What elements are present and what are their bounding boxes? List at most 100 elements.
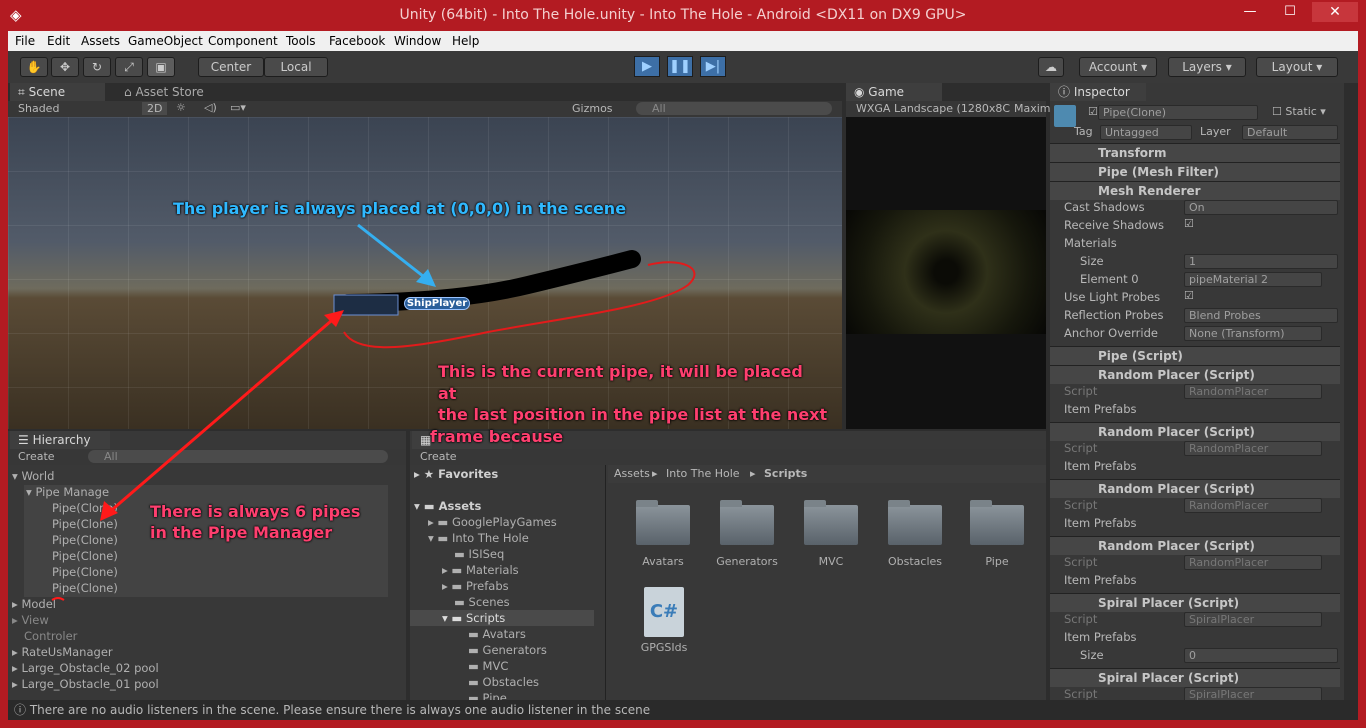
tree-item-obstacle-02[interactable]: ▸ Large_Obstacle_02 pool <box>12 661 159 675</box>
receive-shadows-checkbox[interactable]: ☑ <box>1184 217 1194 230</box>
component-mesh-renderer[interactable]: Mesh Renderer <box>1050 181 1340 200</box>
component-transform[interactable]: Transform <box>1050 143 1340 162</box>
tree-item-view[interactable]: ▸ View <box>12 613 49 627</box>
component-spiral-placer-2[interactable]: Spiral Placer (Script) <box>1050 668 1340 687</box>
menu-gameobject[interactable]: GameObject <box>128 34 203 48</box>
favorites-item[interactable]: ▸ ★ Favorites <box>414 467 498 481</box>
tree-item-pipe-clone[interactable]: Pipe(Clone) <box>52 581 118 595</box>
script-field[interactable]: RandomPlacer <box>1184 441 1322 456</box>
folder-scripts[interactable]: ▾ ▬ Scripts <box>442 611 505 625</box>
hand-tool-icon[interactable]: ✋ <box>20 57 48 77</box>
active-checkbox[interactable]: ☑ <box>1088 105 1098 118</box>
lighting-icon[interactable]: ☼ <box>176 101 186 114</box>
breadcrumb-into-the-hole[interactable]: Into The Hole <box>666 467 740 480</box>
folder-prefabs[interactable]: ▸ ▬ Prefabs <box>442 579 509 593</box>
script-field[interactable]: RandomPlacer <box>1184 498 1322 513</box>
component-random-placer-2[interactable]: Random Placer (Script) <box>1050 422 1340 441</box>
play-button[interactable]: ▶ <box>634 56 660 77</box>
maximize-button[interactable]: ☐ <box>1276 2 1304 22</box>
tree-item-pipe-clone[interactable]: Pipe(Clone) <box>52 517 118 531</box>
scene-search-input[interactable]: All <box>636 102 832 115</box>
pivot-toggle[interactable]: Center <box>198 57 264 77</box>
tree-item-model[interactable]: ▸ Model <box>12 597 56 611</box>
layers-dropdown[interactable]: Layers ▾ <box>1168 57 1246 77</box>
menu-assets[interactable]: Assets <box>81 34 120 48</box>
light-probes-checkbox[interactable]: ☑ <box>1184 289 1194 302</box>
tab-asset-store[interactable]: ⌂ Asset Store <box>116 83 216 101</box>
spiral-size-input[interactable]: 0 <box>1184 648 1338 663</box>
script-field[interactable]: RandomPlacer <box>1184 555 1322 570</box>
breadcrumb-scripts[interactable]: Scripts <box>764 467 807 480</box>
cloud-icon[interactable]: ☁ <box>1038 57 1064 77</box>
folder-mvc[interactable]: ▬ MVC <box>468 659 508 673</box>
object-name-input[interactable]: Pipe(Clone) <box>1098 105 1258 120</box>
tree-item-world[interactable]: ▾ World <box>12 469 54 483</box>
tree-item-pipe-clone[interactable]: Pipe(Clone) <box>52 533 118 547</box>
layer-dropdown[interactable]: Default <box>1242 125 1338 140</box>
tag-dropdown[interactable]: Untagged <box>1100 125 1192 140</box>
hierarchy-create-dropdown[interactable]: Create <box>18 450 55 463</box>
tree-item-obstacle-01[interactable]: ▸ Large_Obstacle_01 pool <box>12 677 159 691</box>
folder-obstacles[interactable]: ▬ Obstacles <box>468 675 539 689</box>
close-button[interactable]: ✕ <box>1312 2 1358 22</box>
rect-tool-icon[interactable]: ▣ <box>147 57 175 77</box>
status-bar[interactable]: ⓘ There are no audio listeners in the sc… <box>8 700 1358 720</box>
menu-window[interactable]: Window <box>394 34 441 48</box>
component-spiral-placer-1[interactable]: Spiral Placer (Script) <box>1050 593 1340 612</box>
folder-tile-icon[interactable] <box>720 500 774 545</box>
ship-player-label[interactable]: ShipPlayer <box>404 297 470 310</box>
tree-item-pipe-clone[interactable]: Pipe(Clone) <box>52 565 118 579</box>
menu-tools[interactable]: Tools <box>286 34 316 48</box>
project-create-dropdown[interactable]: Create <box>420 450 457 463</box>
game-view[interactable] <box>846 117 1046 429</box>
folder-assets[interactable]: ▾ ▬ Assets <box>414 499 481 513</box>
move-tool-icon[interactable]: ✥ <box>51 57 79 77</box>
csharp-file-icon[interactable]: C# <box>644 587 684 637</box>
folder-materials[interactable]: ▸ ▬ Materials <box>442 563 519 577</box>
component-random-placer-3[interactable]: Random Placer (Script) <box>1050 479 1340 498</box>
tab-scene[interactable]: ⌗ Scene <box>10 83 105 101</box>
menu-component[interactable]: Component <box>208 34 278 48</box>
folder-tile-icon[interactable] <box>888 500 942 545</box>
tree-item-pipe-clone[interactable]: Pipe(Clone) <box>52 501 118 515</box>
tree-item-pipe-clone[interactable]: Pipe(Clone) <box>52 549 118 563</box>
cast-shadows-dropdown[interactable]: On <box>1184 200 1338 215</box>
space-toggle[interactable]: Local <box>264 57 328 77</box>
scene-view[interactable]: ShipPlayer The player is always placed a… <box>8 117 842 429</box>
menu-facebook[interactable]: Facebook <box>329 34 385 48</box>
scale-tool-icon[interactable]: ⤢ <box>115 57 143 77</box>
folder-into-the-hole[interactable]: ▾ ▬ Into The Hole <box>428 531 529 545</box>
component-random-placer-4[interactable]: Random Placer (Script) <box>1050 536 1340 555</box>
script-field[interactable]: RandomPlacer <box>1184 384 1322 399</box>
menu-help[interactable]: Help <box>452 34 479 48</box>
shading-dropdown[interactable]: Shaded <box>18 102 59 115</box>
tab-inspector[interactable]: ⓘ Inspector <box>1050 83 1146 101</box>
tree-item-controler[interactable]: Controler <box>24 629 77 643</box>
hierarchy-search-input[interactable]: All <box>88 450 388 463</box>
pause-button[interactable]: ❚❚ <box>667 56 693 77</box>
menu-file[interactable]: File <box>15 34 35 48</box>
menu-edit[interactable]: Edit <box>47 34 70 48</box>
gizmos-dropdown[interactable]: Gizmos <box>572 102 613 115</box>
reflection-probes-dropdown[interactable]: Blend Probes <box>1184 308 1338 323</box>
folder-isiseq[interactable]: ▬ ISISeq <box>454 547 504 561</box>
folder-generators[interactable]: ▬ Generators <box>468 643 547 657</box>
tree-item-pipe-manager[interactable]: ▾ Pipe Manage <box>26 485 109 499</box>
component-pipe-script[interactable]: Pipe (Script) <box>1050 346 1340 365</box>
audio-icon[interactable]: ◁) <box>204 101 217 114</box>
minimize-button[interactable]: — <box>1236 2 1264 22</box>
component-mesh-filter[interactable]: Pipe (Mesh Filter) <box>1050 162 1340 181</box>
rotate-tool-icon[interactable]: ↻ <box>83 57 111 77</box>
anchor-override-field[interactable]: None (Transform) <box>1184 326 1322 341</box>
component-random-placer-1[interactable]: Random Placer (Script) <box>1050 365 1340 384</box>
folder-tile-icon[interactable] <box>970 500 1024 545</box>
element0-field[interactable]: pipeMaterial 2 <box>1184 272 1322 287</box>
script-field[interactable]: SpiralPlacer <box>1184 612 1322 627</box>
tree-item-rateusmanager[interactable]: ▸ RateUsManager <box>12 645 113 659</box>
breadcrumb-assets[interactable]: Assets <box>614 467 650 480</box>
materials-size-input[interactable]: 1 <box>1184 254 1338 269</box>
layout-dropdown[interactable]: Layout ▾ <box>1256 57 1338 77</box>
account-dropdown[interactable]: Account ▾ <box>1079 57 1157 77</box>
tab-game[interactable]: ◉ Game <box>846 83 942 101</box>
tab-hierarchy[interactable]: ☰ Hierarchy <box>10 431 110 449</box>
